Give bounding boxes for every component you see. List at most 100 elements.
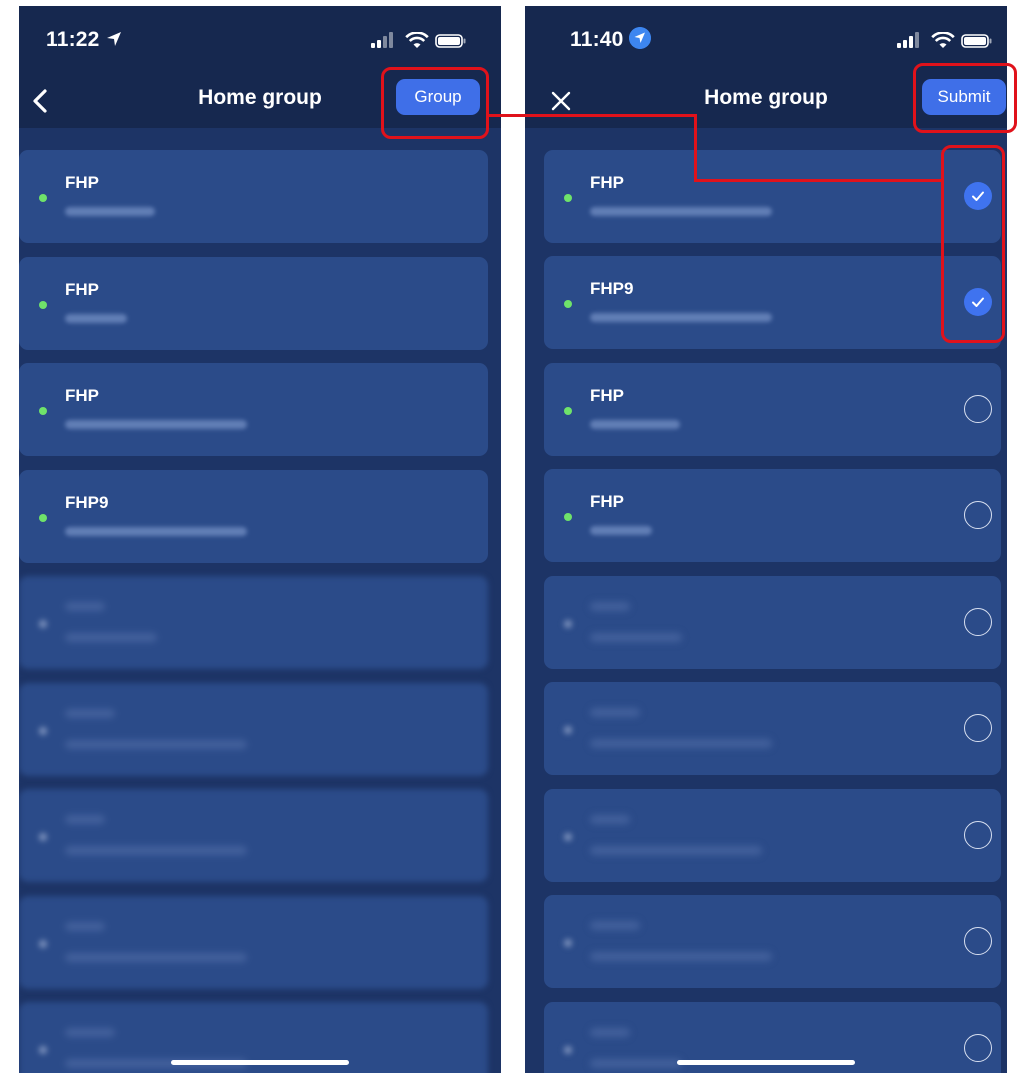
device-card-blurred[interactable] [544,895,1001,988]
device-card[interactable]: FHP [544,150,1001,243]
signal-icon [897,32,919,48]
device-id-blurred [590,633,682,642]
device-list: FHP FHP FHP FHP9 [19,128,501,1073]
connector-line [694,179,941,182]
device-card-blurred[interactable] [544,576,1001,669]
device-id-blurred [65,420,247,429]
online-status-dot [564,300,572,308]
offline-status-dot [564,1046,572,1054]
device-list: FHP FHP9 FHP FHP [525,128,1007,1073]
offline-status-dot [564,939,572,947]
checkbox-selection-highlight [941,145,1005,343]
blurred-content [544,576,1001,669]
device-id-blurred [65,314,127,323]
device-name: FHP [590,386,624,405]
device-checkbox-unchecked[interactable] [964,608,992,636]
online-status-dot [564,513,572,521]
device-id-blurred [65,846,247,855]
device-id-blurred [590,526,652,535]
device-name: FHP [590,492,624,511]
signal-icon [371,32,393,48]
device-name-blurred [65,709,115,718]
device-checkbox-unchecked[interactable] [964,927,992,955]
offline-status-dot [39,620,47,628]
offline-status-dot [39,940,47,948]
device-card[interactable]: FHP9 [544,256,1001,349]
offline-status-dot [39,727,47,735]
device-name: FHP9 [590,279,634,298]
device-checkbox-unchecked[interactable] [964,395,992,423]
device-id-blurred [65,633,157,642]
offline-status-dot [39,833,47,841]
offline-status-dot [564,726,572,734]
wifi-icon [405,32,429,48]
device-name-blurred [65,1028,115,1037]
device-id-blurred [590,313,772,322]
device-name-blurred [65,922,105,931]
battery-icon [961,34,992,48]
device-id-blurred [65,527,247,536]
offline-status-dot [39,1046,47,1054]
battery-icon [435,34,466,48]
device-card[interactable]: FHP9 [19,470,488,563]
blurred-content [544,895,1001,988]
device-name: FHP [65,386,99,405]
device-name: FHP [65,280,99,299]
home-indicator [171,1060,349,1065]
online-status-dot [39,194,47,202]
offline-status-dot [564,620,572,628]
device-id-blurred [590,1059,682,1068]
status-icons [897,32,997,48]
device-name-blurred [590,921,640,930]
device-card[interactable]: FHP [544,469,1001,562]
device-card[interactable]: FHP [19,257,488,350]
device-card-blurred[interactable] [19,683,488,776]
device-id-blurred [65,207,155,216]
device-checkbox-unchecked[interactable] [964,821,992,849]
offline-status-dot [564,833,572,841]
device-id-blurred [65,740,247,749]
wifi-icon [931,32,955,48]
device-name-blurred [590,602,630,611]
status-icons [371,32,471,48]
group-button-highlight [381,67,489,139]
device-name: FHP9 [65,493,109,512]
device-name: FHP [590,173,624,192]
status-time: 11:40 [570,28,624,51]
right-phone-screen: 11:40 Home group Submit FHP FHP9 FHP FHP [525,6,1007,1073]
blurred-content [544,682,1001,775]
device-id-blurred [65,953,247,962]
device-id-blurred [590,207,772,216]
location-arrow-icon [107,32,121,46]
status-time: 11:22 [46,28,100,51]
device-id-blurred [590,952,772,961]
device-card[interactable]: FHP [544,363,1001,456]
device-name-blurred [590,815,630,824]
device-checkbox-unchecked[interactable] [964,1034,992,1062]
device-card-blurred[interactable] [544,682,1001,775]
device-checkbox-unchecked[interactable] [964,501,992,529]
device-card[interactable]: FHP [19,363,488,456]
device-name-blurred [590,1028,630,1037]
device-name-blurred [590,708,640,717]
device-name-blurred [65,602,105,611]
connector-line [694,114,697,182]
device-card-blurred[interactable] [19,576,488,669]
status-bar: 11:22 [19,6,501,74]
device-card-blurred[interactable] [544,789,1001,882]
device-name-blurred [65,815,105,824]
connector-line [489,114,696,117]
device-id-blurred [590,420,680,429]
device-name: FHP [65,173,99,192]
device-id-blurred [590,846,762,855]
submit-button-highlight [913,63,1017,133]
location-badge-icon [629,27,651,49]
device-card-blurred[interactable] [19,896,488,989]
device-id-blurred [590,739,772,748]
blurred-content [544,789,1001,882]
device-checkbox-unchecked[interactable] [964,714,992,742]
device-card-blurred[interactable] [19,789,488,882]
left-phone-screen: 11:22 Home group Group FHP FHP FHP FHP9 [19,6,501,1073]
device-card[interactable]: FHP [19,150,488,243]
online-status-dot [39,301,47,309]
